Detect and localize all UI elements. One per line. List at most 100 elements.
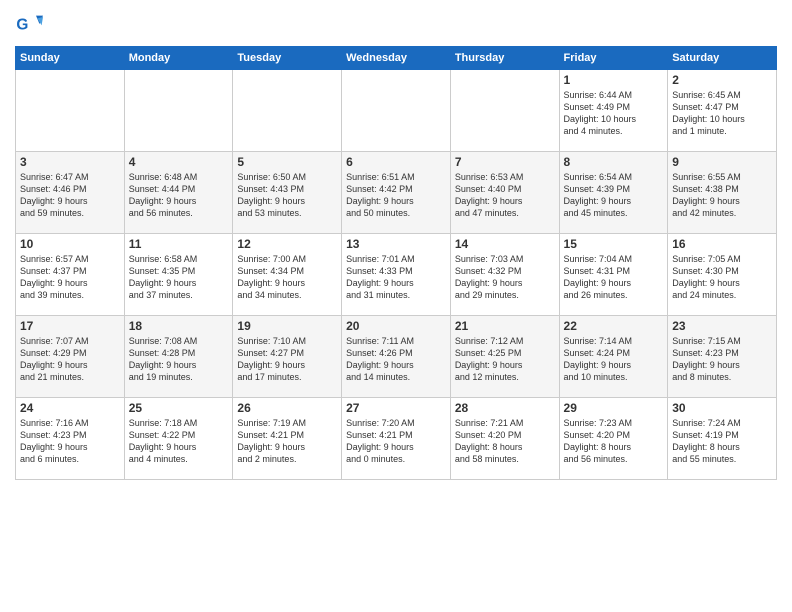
- day-info: Sunrise: 7:19 AMSunset: 4:21 PMDaylight:…: [237, 417, 337, 466]
- day-number: 24: [20, 401, 120, 415]
- calendar-cell: 6 Sunrise: 6:51 AMSunset: 4:42 PMDaylight…: [342, 152, 451, 234]
- day-number: 25: [129, 401, 229, 415]
- day-info: Sunrise: 7:05 AMSunset: 4:30 PMDaylight:…: [672, 253, 772, 302]
- day-info: Sunrise: 6:58 AMSunset: 4:35 PMDaylight:…: [129, 253, 229, 302]
- calendar-cell: [124, 70, 233, 152]
- day-info: Sunrise: 7:21 AMSunset: 4:20 PMDaylight:…: [455, 417, 555, 466]
- calendar-cell: 3 Sunrise: 6:47 AMSunset: 4:46 PMDaylight…: [16, 152, 125, 234]
- day-number: 4: [129, 155, 229, 169]
- day-number: 26: [237, 401, 337, 415]
- calendar-cell: 23 Sunrise: 7:15 AMSunset: 4:23 PMDayligh…: [668, 316, 777, 398]
- day-number: 22: [564, 319, 664, 333]
- svg-text:G: G: [16, 17, 28, 34]
- day-number: 16: [672, 237, 772, 251]
- calendar-cell: 7 Sunrise: 6:53 AMSunset: 4:40 PMDaylight…: [450, 152, 559, 234]
- calendar-cell: 4 Sunrise: 6:48 AMSunset: 4:44 PMDaylight…: [124, 152, 233, 234]
- calendar-cell: 2Sunrise: 6:45 AMSunset: 4:47 PMDaylight…: [668, 70, 777, 152]
- calendar-cell: 25Sunrise: 7:18 AMSunset: 4:22 PMDayligh…: [124, 398, 233, 480]
- day-info: Sunrise: 6:51 AMSunset: 4:42 PMDaylight:…: [346, 171, 446, 220]
- calendar-cell: 8 Sunrise: 6:54 AMSunset: 4:39 PMDaylight…: [559, 152, 668, 234]
- day-info: Sunrise: 6:45 AMSunset: 4:47 PMDaylight:…: [672, 89, 772, 138]
- calendar: SundayMondayTuesdayWednesdayThursdayFrid…: [15, 46, 777, 480]
- day-info: Sunrise: 7:08 AMSunset: 4:28 PMDaylight:…: [129, 335, 229, 384]
- day-number: 12: [237, 237, 337, 251]
- calendar-cell: 10Sunrise: 6:57 AMSunset: 4:37 PMDayligh…: [16, 234, 125, 316]
- day-number: 10: [20, 237, 120, 251]
- day-info: Sunrise: 6:50 AMSunset: 4:43 PMDaylight:…: [237, 171, 337, 220]
- calendar-cell: 21 Sunrise: 7:12 AMSunset: 4:25 PMDayligh…: [450, 316, 559, 398]
- weekday-header-thursday: Thursday: [450, 47, 559, 70]
- calendar-cell: 30Sunrise: 7:24 AMSunset: 4:19 PMDayligh…: [668, 398, 777, 480]
- calendar-cell: 16 Sunrise: 7:05 AMSunset: 4:30 PMDayligh…: [668, 234, 777, 316]
- weekday-header-tuesday: Tuesday: [233, 47, 342, 70]
- day-info: Sunrise: 7:16 AMSunset: 4:23 PMDaylight:…: [20, 417, 120, 466]
- calendar-cell: 13 Sunrise: 7:01 AMSunset: 4:33 PMDayligh…: [342, 234, 451, 316]
- day-info: Sunrise: 6:48 AMSunset: 4:44 PMDaylight:…: [129, 171, 229, 220]
- day-number: 23: [672, 319, 772, 333]
- calendar-cell: 9 Sunrise: 6:55 AMSunset: 4:38 PMDaylight…: [668, 152, 777, 234]
- calendar-cell: 29 Sunrise: 7:23 AMSunset: 4:20 PMDayligh…: [559, 398, 668, 480]
- day-info: Sunrise: 7:07 AMSunset: 4:29 PMDaylight:…: [20, 335, 120, 384]
- calendar-cell: 5 Sunrise: 6:50 AMSunset: 4:43 PMDaylight…: [233, 152, 342, 234]
- day-info: Sunrise: 6:44 AMSunset: 4:49 PMDaylight:…: [564, 89, 664, 138]
- day-info: Sunrise: 7:03 AMSunset: 4:32 PMDaylight:…: [455, 253, 555, 302]
- weekday-header-row: SundayMondayTuesdayWednesdayThursdayFrid…: [16, 47, 777, 70]
- calendar-cell: 24 Sunrise: 7:16 AMSunset: 4:23 PMDayligh…: [16, 398, 125, 480]
- calendar-cell: 26 Sunrise: 7:19 AMSunset: 4:21 PMDayligh…: [233, 398, 342, 480]
- calendar-week-2: 3 Sunrise: 6:47 AMSunset: 4:46 PMDaylight…: [16, 152, 777, 234]
- weekday-header-monday: Monday: [124, 47, 233, 70]
- day-number: 28: [455, 401, 555, 415]
- calendar-cell: 15 Sunrise: 7:04 AMSunset: 4:31 PMDayligh…: [559, 234, 668, 316]
- day-number: 29: [564, 401, 664, 415]
- day-info: Sunrise: 7:15 AMSunset: 4:23 PMDaylight:…: [672, 335, 772, 384]
- day-number: 21: [455, 319, 555, 333]
- day-number: 8: [564, 155, 664, 169]
- calendar-cell: 19Sunrise: 7:10 AMSunset: 4:27 PMDayligh…: [233, 316, 342, 398]
- day-number: 17: [20, 319, 120, 333]
- calendar-cell: [450, 70, 559, 152]
- day-number: 19: [237, 319, 337, 333]
- calendar-cell: 17 Sunrise: 7:07 AMSunset: 4:29 PMDayligh…: [16, 316, 125, 398]
- day-number: 20: [346, 319, 446, 333]
- day-number: 15: [564, 237, 664, 251]
- day-info: Sunrise: 7:01 AMSunset: 4:33 PMDaylight:…: [346, 253, 446, 302]
- calendar-week-5: 24 Sunrise: 7:16 AMSunset: 4:23 PMDayligh…: [16, 398, 777, 480]
- day-number: 6: [346, 155, 446, 169]
- calendar-cell: 1 Sunrise: 6:44 AMSunset: 4:49 PMDaylight…: [559, 70, 668, 152]
- day-info: Sunrise: 7:14 AMSunset: 4:24 PMDaylight:…: [564, 335, 664, 384]
- logo: G: [15, 10, 45, 38]
- logo-icon: G: [15, 10, 43, 38]
- weekday-header-sunday: Sunday: [16, 47, 125, 70]
- day-info: Sunrise: 7:11 AMSunset: 4:26 PMDaylight:…: [346, 335, 446, 384]
- day-number: 3: [20, 155, 120, 169]
- day-info: Sunrise: 7:04 AMSunset: 4:31 PMDaylight:…: [564, 253, 664, 302]
- day-info: Sunrise: 7:00 AMSunset: 4:34 PMDaylight:…: [237, 253, 337, 302]
- day-number: 14: [455, 237, 555, 251]
- day-number: 27: [346, 401, 446, 415]
- calendar-cell: 28 Sunrise: 7:21 AMSunset: 4:20 PMDayligh…: [450, 398, 559, 480]
- day-number: 11: [129, 237, 229, 251]
- day-info: Sunrise: 6:53 AMSunset: 4:40 PMDaylight:…: [455, 171, 555, 220]
- calendar-cell: 22 Sunrise: 7:14 AMSunset: 4:24 PMDayligh…: [559, 316, 668, 398]
- calendar-week-1: 1 Sunrise: 6:44 AMSunset: 4:49 PMDaylight…: [16, 70, 777, 152]
- calendar-cell: 20 Sunrise: 7:11 AMSunset: 4:26 PMDayligh…: [342, 316, 451, 398]
- calendar-cell: 11 Sunrise: 6:58 AMSunset: 4:35 PMDayligh…: [124, 234, 233, 316]
- calendar-cell: [16, 70, 125, 152]
- calendar-cell: [342, 70, 451, 152]
- day-info: Sunrise: 7:12 AMSunset: 4:25 PMDaylight:…: [455, 335, 555, 384]
- calendar-cell: 12 Sunrise: 7:00 AMSunset: 4:34 PMDayligh…: [233, 234, 342, 316]
- day-info: Sunrise: 6:55 AMSunset: 4:38 PMDaylight:…: [672, 171, 772, 220]
- header: G: [15, 10, 777, 38]
- day-info: Sunrise: 7:23 AMSunset: 4:20 PMDaylight:…: [564, 417, 664, 466]
- day-number: 30: [672, 401, 772, 415]
- day-info: Sunrise: 6:54 AMSunset: 4:39 PMDaylight:…: [564, 171, 664, 220]
- day-number: 13: [346, 237, 446, 251]
- day-number: 5: [237, 155, 337, 169]
- calendar-cell: 14 Sunrise: 7:03 AMSunset: 4:32 PMDayligh…: [450, 234, 559, 316]
- day-number: 1: [564, 73, 664, 87]
- calendar-cell: 18Sunrise: 7:08 AMSunset: 4:28 PMDayligh…: [124, 316, 233, 398]
- day-number: 7: [455, 155, 555, 169]
- calendar-week-4: 17 Sunrise: 7:07 AMSunset: 4:29 PMDayligh…: [16, 316, 777, 398]
- day-info: Sunrise: 6:47 AMSunset: 4:46 PMDaylight:…: [20, 171, 120, 220]
- day-number: 9: [672, 155, 772, 169]
